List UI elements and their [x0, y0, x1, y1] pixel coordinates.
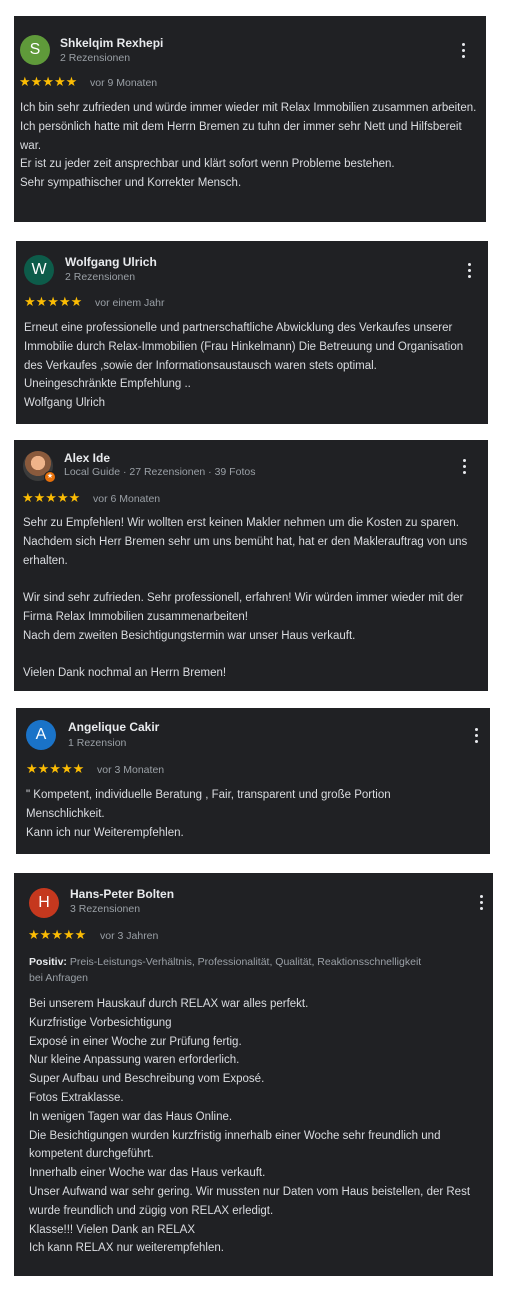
reviewer-name[interactable]: Shkelqim Rexhepi — [60, 36, 163, 50]
profile-photo[interactable]: ★ — [23, 451, 56, 483]
reviewer-name[interactable]: Alex Ide — [64, 451, 110, 465]
reviewer-meta: 2 Rezensionen — [65, 271, 136, 283]
review-text: Erneut eine professionelle und partnersc… — [24, 322, 464, 410]
reviewer-meta: 1 Rezension — [68, 737, 127, 749]
review-text: Ich bin sehr zufrieden und würde immer w… — [20, 102, 477, 190]
avatar[interactable]: W — [24, 255, 54, 285]
reviewer-name[interactable]: Wolfgang Ulrich — [65, 255, 157, 269]
positive-text: Preis-Leistungs-Verhältnis, Professional… — [29, 956, 422, 984]
review-time: vor 6 Monaten — [93, 493, 161, 505]
positive-label: Positiv: — [29, 956, 67, 968]
review-card: ★ Alex Ide Local Guide · 27 Rezensionen … — [14, 440, 488, 691]
local-guide-badge-icon: ★ — [44, 471, 56, 483]
review-card: W Wolfgang Ulrich 2 Rezensionen ★★★★★ vo… — [16, 241, 488, 424]
reviewer-meta: Local Guide · 27 Rezensionen · 39 Fotos — [64, 466, 256, 478]
star-rating: ★★★★★ — [26, 761, 85, 776]
review-text: Bei unserem Hauskauf durch RELAX war all… — [29, 998, 471, 1255]
avatar[interactable]: A — [26, 720, 56, 750]
more-options-icon[interactable] — [468, 263, 472, 279]
review-time: vor einem Jahr — [95, 297, 165, 309]
avatar[interactable]: S — [20, 35, 50, 65]
avatar[interactable]: H — [29, 888, 59, 918]
reviewer-meta: 2 Rezensionen — [60, 52, 131, 64]
review-text: Sehr zu Empfehlen! Wir wollten erst kein… — [23, 517, 468, 680]
more-options-icon[interactable] — [475, 728, 479, 744]
reviewer-name[interactable]: Angelique Cakir — [68, 720, 159, 734]
review-time: vor 3 Jahren — [100, 930, 159, 942]
review-time: vor 3 Monaten — [97, 764, 165, 776]
review-time: vor 9 Monaten — [90, 77, 158, 89]
reviewer-meta: 3 Rezensionen — [70, 903, 141, 915]
more-options-icon[interactable] — [480, 895, 484, 911]
star-rating: ★★★★★ — [28, 927, 87, 942]
more-options-icon[interactable] — [463, 459, 467, 475]
star-rating: ★★★★★ — [22, 490, 81, 505]
more-options-icon[interactable] — [462, 43, 466, 59]
star-rating: ★★★★★ — [24, 294, 83, 309]
positive-aspects: Positiv: Preis-Leistungs-Verhältnis, Pro… — [29, 954, 429, 986]
review-card: H Hans-Peter Bolten 3 Rezensionen ★★★★★ … — [14, 873, 493, 1276]
review-card: S Shkelqim Rexhepi 2 Rezensionen ★★★★★ v… — [14, 16, 486, 222]
star-rating: ★★★★★ — [19, 74, 78, 89]
review-text: " Kompetent, individuelle Beratung , Fai… — [26, 789, 391, 839]
reviewer-name[interactable]: Hans-Peter Bolten — [70, 887, 174, 901]
review-card: A Angelique Cakir 1 Rezension ★★★★★ vor … — [16, 708, 490, 854]
